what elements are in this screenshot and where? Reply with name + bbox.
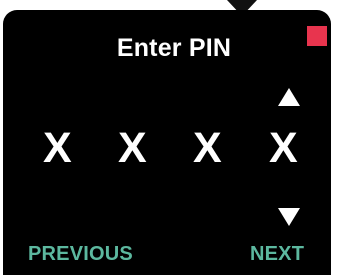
pin-digit-4[interactable]: X	[269, 127, 298, 170]
previous-button[interactable]: PREVIOUS	[28, 243, 133, 266]
pin-digit-2[interactable]: X	[118, 127, 147, 170]
device: Enter PIN X X X X PREVIOUS NEXT	[0, 0, 340, 275]
pin-digit-1[interactable]: X	[43, 127, 72, 170]
status-indicator	[307, 26, 327, 46]
page-title: Enter PIN	[116, 34, 232, 62]
next-button[interactable]: NEXT	[250, 243, 304, 266]
pin-entry-screen: Enter PIN X X X X PREVIOUS NEXT	[3, 10, 331, 275]
pin-digit-3[interactable]: X	[193, 127, 222, 170]
arrow-up-icon[interactable]	[278, 88, 300, 106]
arrow-down-icon[interactable]	[278, 208, 300, 226]
